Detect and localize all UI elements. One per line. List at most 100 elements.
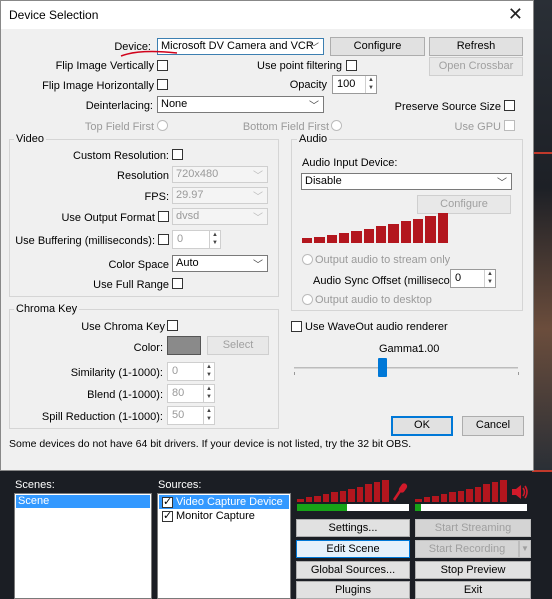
waveout-checkbox[interactable]: [291, 321, 302, 332]
waveout-label: Use WaveOut audio renderer: [305, 321, 448, 333]
resolution-value: 720x480: [176, 168, 219, 180]
close-icon[interactable]: ✕: [508, 4, 523, 24]
meter-bar: [331, 492, 338, 502]
meter-bar: [382, 480, 389, 502]
gamma-slider-track[interactable]: [294, 367, 518, 369]
audio-sync-offset-value: 0: [455, 272, 462, 284]
plugins-button[interactable]: Plugins: [296, 581, 410, 599]
output-stream-only-radio[interactable]: [302, 254, 313, 265]
gamma-label: Gamma:: [379, 343, 422, 355]
open-crossbar-button[interactable]: Open Crossbar: [429, 57, 523, 76]
scene-item-label: Scene: [18, 495, 50, 507]
use-chroma-key-checkbox[interactable]: [167, 320, 178, 331]
sources-list[interactable]: Video Capture Device Monitor Capture: [157, 493, 291, 599]
meter-bar: [440, 494, 448, 502]
microphone-icon[interactable]: [391, 482, 409, 502]
ok-button[interactable]: OK: [391, 416, 453, 436]
full-range-label: Use Full Range: [93, 279, 169, 291]
dialog-titlebar: Device Selection ✕: [1, 1, 533, 29]
scene-item[interactable]: Scene: [16, 495, 150, 508]
source-item-label: Monitor Capture: [176, 510, 255, 522]
slider-tick: [294, 372, 295, 375]
gamma-slider-thumb[interactable]: [378, 358, 387, 377]
stop-preview-button[interactable]: Stop Preview: [415, 561, 531, 579]
full-range-checkbox[interactable]: [172, 278, 183, 289]
flip-vertical-label: Flip Image Vertically: [55, 60, 154, 72]
audio-input-device-select[interactable]: Disable ﹀: [301, 173, 512, 190]
device-configure-button[interactable]: Configure: [330, 37, 425, 56]
deinterlacing-value: None: [161, 98, 188, 110]
deinterlacing-select[interactable]: None ﹀: [157, 96, 324, 113]
audio-sync-offset-stepper[interactable]: 0 ▲ ▼: [450, 269, 496, 288]
resolution-select[interactable]: 720x480 ﹀: [172, 166, 268, 183]
exit-button[interactable]: Exit: [415, 581, 531, 599]
meter-bar: [483, 484, 490, 502]
dialog-title: Device Selection: [9, 8, 99, 22]
output-format-checkbox[interactable]: [158, 211, 169, 222]
chevron-down-icon: ﹀: [253, 192, 263, 203]
bottom-field-first-radio[interactable]: [331, 120, 342, 131]
start-recording-button[interactable]: Start Recording: [415, 540, 519, 558]
desktop-volume-slider[interactable]: [415, 504, 527, 511]
similarity-stepper[interactable]: 0 ▲ ▼: [167, 362, 215, 381]
resolution-label: Resolution: [117, 170, 169, 182]
meter-bar: [322, 494, 330, 502]
audio-group-title: Audio: [297, 133, 330, 145]
start-streaming-button[interactable]: Start Streaming: [415, 519, 531, 537]
chroma-key-group-title: Chroma Key: [14, 303, 80, 315]
flip-horizontal-checkbox[interactable]: [157, 79, 168, 90]
chevron-down-icon: ﹀: [309, 101, 319, 112]
top-field-first-radio[interactable]: [157, 120, 168, 131]
meter-bar: [326, 235, 337, 243]
spin-down-icon[interactable]: ▼: [365, 84, 376, 93]
use-gpu-checkbox[interactable]: [504, 120, 515, 131]
output-format-select[interactable]: dvsd ﹀: [172, 208, 268, 225]
chroma-color-swatch[interactable]: [167, 336, 201, 355]
fps-select[interactable]: 29.97 ﹀: [172, 187, 268, 204]
spin-down-icon[interactable]: ▼: [209, 239, 220, 248]
source-visible-checkbox[interactable]: [162, 495, 173, 508]
buffering-stepper[interactable]: 0 ▲ ▼: [172, 230, 221, 249]
opacity-stepper[interactable]: 100 ▲ ▼: [332, 75, 377, 94]
spin-down-icon[interactable]: ▼: [203, 415, 214, 424]
desktop-volume-meter: [415, 480, 507, 502]
device-select[interactable]: Microsoft DV Camera and VCR ﹀: [157, 38, 324, 55]
chroma-select-button[interactable]: Select: [207, 336, 269, 355]
spin-down-icon[interactable]: ▼: [203, 393, 214, 402]
custom-resolution-checkbox[interactable]: [172, 149, 183, 160]
color-space-select[interactable]: Auto ﹀: [172, 255, 268, 272]
blend-stepper[interactable]: 80 ▲ ▼: [167, 384, 215, 403]
point-filtering-checkbox[interactable]: [346, 60, 357, 71]
scenes-list[interactable]: Scene: [14, 493, 152, 599]
custom-resolution-label: Custom Resolution:: [73, 150, 169, 162]
chevron-down-icon: ﹀: [253, 171, 263, 182]
refresh-button[interactable]: Refresh: [429, 37, 523, 56]
buffering-value: 0: [177, 233, 184, 245]
settings-button[interactable]: Settings...: [296, 519, 410, 537]
buffering-checkbox[interactable]: [158, 234, 169, 245]
speaker-icon[interactable]: [510, 483, 530, 501]
meter-bar: [449, 492, 456, 502]
cancel-button[interactable]: Cancel: [462, 416, 524, 436]
similarity-value: 0: [172, 365, 179, 377]
source-visible-checkbox[interactable]: [162, 509, 173, 522]
meter-bar: [423, 497, 431, 502]
meter-bar: [376, 226, 387, 243]
audio-configure-button[interactable]: Configure: [417, 195, 511, 214]
spin-down-icon[interactable]: ▼: [203, 371, 214, 380]
bottom-field-first-label: Bottom Field First: [242, 121, 329, 133]
recording-dropdown-button[interactable]: ▼: [519, 540, 531, 558]
meter-bar: [302, 238, 313, 243]
flip-vertical-checkbox[interactable]: [157, 60, 168, 71]
meter-bar: [388, 224, 399, 243]
preserve-source-size-label: Preserve Source Size: [394, 101, 501, 113]
meter-bar: [457, 491, 465, 502]
chevron-down-icon: ▼: [521, 544, 529, 553]
preserve-source-size-checkbox[interactable]: [504, 100, 515, 111]
edit-scene-button[interactable]: Edit Scene: [296, 540, 410, 558]
spin-down-icon[interactable]: ▼: [484, 278, 495, 287]
spill-reduction-stepper[interactable]: 50 ▲ ▼: [167, 406, 215, 425]
global-sources-button[interactable]: Global Sources...: [296, 561, 410, 579]
output-desktop-radio[interactable]: [302, 294, 313, 305]
meter-bar: [413, 219, 424, 243]
